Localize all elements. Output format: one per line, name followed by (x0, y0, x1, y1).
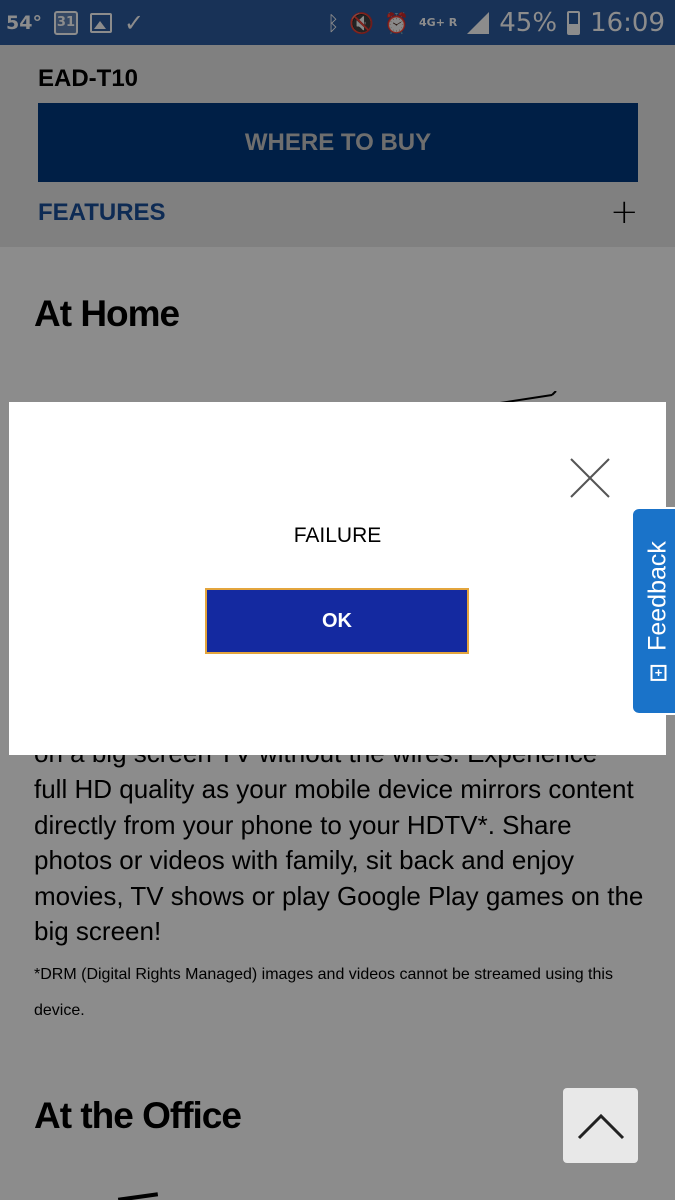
feedback-label: Feedback (643, 541, 672, 651)
failure-dialog: FAILURE OK (9, 402, 666, 755)
dialog-message: FAILURE (293, 524, 382, 547)
close-icon[interactable] (569, 457, 611, 499)
ok-button[interactable]: OK (205, 588, 469, 654)
feedback-plus-icon: + (650, 664, 666, 681)
feedback-tab[interactable]: + Feedback (631, 507, 675, 715)
feedback-inner: + Feedback (644, 541, 673, 681)
chevron-up-icon (577, 1113, 624, 1139)
scroll-to-top-button[interactable] (563, 1088, 638, 1163)
